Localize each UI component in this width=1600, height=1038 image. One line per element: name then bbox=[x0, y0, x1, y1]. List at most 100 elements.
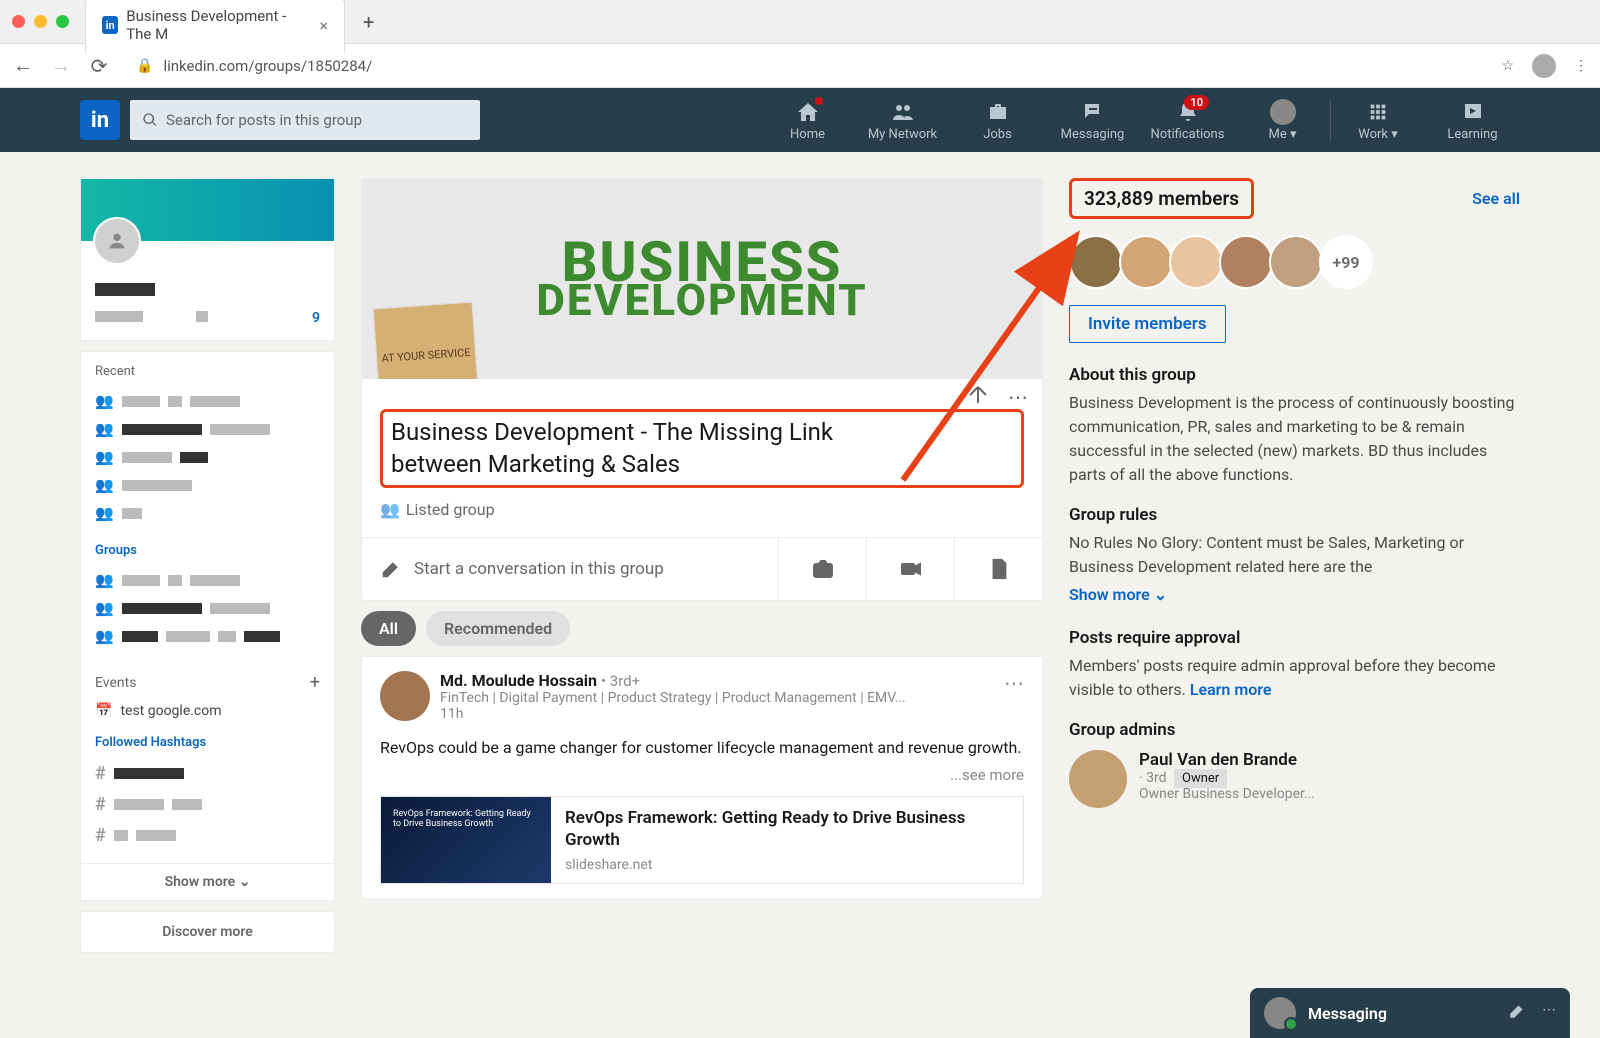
group-icon: 👥 bbox=[95, 571, 114, 589]
search-input[interactable]: Search for posts in this group bbox=[130, 100, 480, 140]
profile-icon[interactable] bbox=[1532, 54, 1556, 78]
hashtag-item[interactable]: # bbox=[95, 758, 320, 789]
link-preview[interactable]: RevOps Framework: Getting Ready to Drive… bbox=[380, 796, 1024, 884]
recent-item[interactable]: 👥 bbox=[95, 499, 320, 527]
hash-icon: # bbox=[95, 763, 106, 784]
about-text: Business Development is the process of c… bbox=[1069, 391, 1520, 487]
browser-tab[interactable]: in Business Development - The M × bbox=[85, 0, 345, 53]
member-avatars: +99 bbox=[1069, 235, 1520, 289]
share-icon[interactable] bbox=[966, 383, 990, 411]
reload-button[interactable]: ⟳ bbox=[88, 54, 110, 78]
member-avatar[interactable] bbox=[1119, 235, 1173, 289]
nav-learning[interactable]: Learning bbox=[1425, 99, 1520, 142]
nav-home[interactable]: Home bbox=[760, 99, 855, 142]
groups-header[interactable]: Groups bbox=[95, 543, 320, 558]
minimize-window[interactable] bbox=[34, 15, 47, 28]
member-avatar[interactable] bbox=[1269, 235, 1323, 289]
grid-icon bbox=[1367, 99, 1389, 125]
hashtags-header[interactable]: Followed Hashtags bbox=[95, 735, 320, 750]
compose-input[interactable]: Start a conversation in this group bbox=[362, 538, 778, 600]
chevron-down-icon: ⌄ bbox=[1154, 585, 1167, 604]
banner-wordmark: BUSINESS DEVELOPMENT bbox=[536, 237, 867, 321]
group-icon: 👥 bbox=[95, 627, 114, 645]
video-button[interactable] bbox=[866, 538, 954, 600]
chevron-down-icon: ⌄ bbox=[239, 874, 251, 890]
post-more-icon[interactable]: ⋯ bbox=[1004, 671, 1024, 722]
event-item[interactable]: 📅 test google.com bbox=[81, 699, 334, 729]
photo-button[interactable] bbox=[778, 538, 866, 600]
member-avatar[interactable] bbox=[1219, 235, 1273, 289]
see-more-button[interactable]: ...see more bbox=[380, 766, 1024, 784]
kebab-icon[interactable]: ⋮ bbox=[1574, 58, 1588, 74]
messaging-dock[interactable]: Messaging ⋯ bbox=[1250, 988, 1570, 1038]
member-more[interactable]: +99 bbox=[1319, 235, 1373, 289]
document-button[interactable] bbox=[954, 538, 1042, 600]
nav-network[interactable]: My Network bbox=[855, 99, 950, 142]
annotation-box-members: 323,889 members bbox=[1069, 178, 1254, 219]
dock-more-icon[interactable]: ⋯ bbox=[1542, 1002, 1556, 1024]
group-icon: 👥 bbox=[95, 476, 114, 494]
nav-jobs[interactable]: Jobs bbox=[950, 99, 1045, 142]
post-avatar[interactable] bbox=[380, 671, 430, 721]
post-time: 11h bbox=[440, 706, 994, 722]
dock-label: Messaging bbox=[1308, 1004, 1387, 1023]
star-icon[interactable]: ☆ bbox=[1501, 58, 1514, 74]
pill-recommended[interactable]: Recommended bbox=[426, 611, 570, 646]
close-tab-icon[interactable]: × bbox=[319, 16, 328, 35]
recent-item[interactable]: 👥 bbox=[95, 471, 320, 499]
briefcase-icon bbox=[986, 99, 1010, 125]
forward-button[interactable]: → bbox=[50, 53, 72, 78]
group-item[interactable]: 👥 bbox=[95, 566, 320, 594]
recent-item[interactable]: 👥 bbox=[95, 415, 320, 443]
new-tab-button[interactable]: + bbox=[363, 10, 374, 34]
member-count: 323,889 members bbox=[1084, 187, 1239, 210]
pencil-icon bbox=[380, 558, 402, 580]
approval-text: Members' posts require admin approval be… bbox=[1069, 656, 1495, 699]
linkedin-logo[interactable]: in bbox=[80, 100, 120, 140]
back-button[interactable]: ← bbox=[12, 53, 34, 78]
add-event-icon[interactable]: + bbox=[310, 672, 320, 693]
recent-item[interactable]: 👥 bbox=[95, 443, 320, 471]
group-item[interactable]: 👥 bbox=[95, 622, 320, 650]
nav-messaging[interactable]: Messaging bbox=[1045, 99, 1140, 142]
event-name: test google.com bbox=[120, 703, 221, 719]
show-more-rules[interactable]: Show more ⌄ bbox=[1069, 585, 1520, 604]
show-more-button[interactable]: Show more ⌄ bbox=[81, 863, 334, 900]
see-all-link[interactable]: See all bbox=[1472, 189, 1520, 208]
avatar[interactable] bbox=[93, 217, 141, 265]
tab-title: Business Development - The M bbox=[126, 7, 311, 43]
post-card: Md. Moulude Hossain • 3rd+ FinTech | Dig… bbox=[361, 656, 1043, 899]
admins-header: Group admins bbox=[1069, 720, 1520, 740]
feed-filter: All Recommended bbox=[361, 611, 1043, 646]
nav-me[interactable]: Me ▾ bbox=[1235, 99, 1330, 142]
more-icon[interactable]: ⋯ bbox=[1008, 385, 1028, 409]
maximize-window[interactable] bbox=[56, 15, 69, 28]
hashtag-item[interactable]: # bbox=[95, 789, 320, 820]
nav-notifications[interactable]: 10 Notifications bbox=[1140, 99, 1235, 142]
group-title: Business Development - The Missing Link … bbox=[391, 416, 1013, 481]
approval-header: Posts require approval bbox=[1069, 628, 1520, 648]
pill-all[interactable]: All bbox=[361, 611, 416, 646]
post-author[interactable]: Md. Moulude Hossain • 3rd+ bbox=[440, 671, 994, 690]
address-bar[interactable]: 🔒 linkedin.com/groups/1850284/ bbox=[126, 57, 1485, 75]
lock-icon: 🔒 bbox=[136, 58, 153, 74]
viewer-count: 9 bbox=[312, 310, 320, 326]
hashtag-item[interactable]: # bbox=[95, 820, 320, 851]
recent-item[interactable]: 👥 bbox=[95, 387, 320, 415]
listed-label: 👥 Listed group bbox=[380, 500, 1024, 519]
post-body: RevOps could be a game changer for custo… bbox=[380, 736, 1024, 760]
nav-work[interactable]: Work ▾ bbox=[1330, 99, 1425, 142]
group-item[interactable]: 👥 bbox=[95, 594, 320, 622]
compose-message-icon[interactable] bbox=[1508, 1002, 1526, 1024]
learn-more-link[interactable]: Learn more bbox=[1190, 680, 1272, 699]
rules-header: Group rules bbox=[1069, 505, 1520, 525]
member-avatar[interactable] bbox=[1069, 235, 1123, 289]
member-avatar[interactable] bbox=[1169, 235, 1223, 289]
admin-name: Paul Van den Brande bbox=[1139, 750, 1315, 770]
invite-button[interactable]: Invite members bbox=[1069, 305, 1226, 343]
admin-row[interactable]: Paul Van den Brande · 3rd Owner Owner Bu… bbox=[1069, 750, 1520, 808]
discover-more[interactable]: Discover more bbox=[80, 911, 335, 953]
search-placeholder: Search for posts in this group bbox=[166, 111, 362, 129]
calendar-icon: 📅 bbox=[95, 703, 112, 719]
close-window[interactable] bbox=[12, 15, 25, 28]
